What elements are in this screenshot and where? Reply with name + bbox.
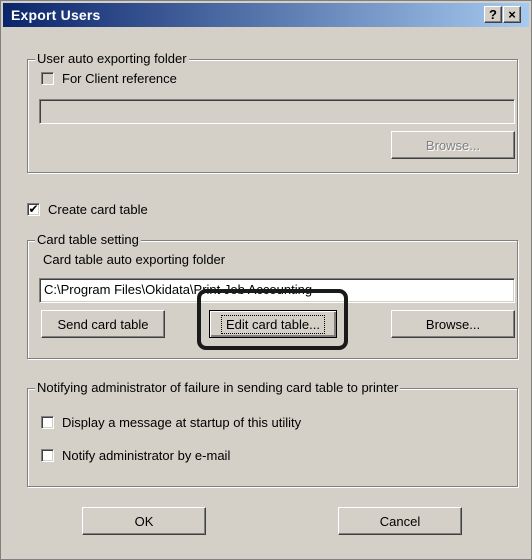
for-client-reference-label: For Client reference [62,71,177,86]
close-button[interactable]: × [503,6,521,23]
card-table-folder-field[interactable]: C:\Program Files\Okidata\Print Job Accou… [39,278,515,303]
window-title: Export Users [11,7,101,23]
cancel-button[interactable]: Cancel [338,507,462,535]
notify-admin-group: Notifying administrator of failure in se… [27,380,518,487]
card-table-browse-button[interactable]: Browse... [391,310,515,338]
create-card-table-label: Create card table [48,202,148,217]
user-auto-export-legend: User auto exporting folder [35,51,189,66]
user-export-browse-button[interactable]: Browse... [391,131,515,159]
card-table-setting-legend: Card table setting [35,232,141,247]
create-card-table-checkbox[interactable]: ✔ [27,202,40,216]
notify-email-checkbox[interactable] [41,449,54,462]
help-button[interactable]: ? [484,6,502,23]
checkmark-icon: ✔ [28,202,39,216]
notify-admin-legend: Notifying administrator of failure in se… [35,380,401,395]
create-card-table-row[interactable]: ✔ Create card table [27,202,148,217]
edit-card-table-button[interactable]: Edit card table... [209,310,337,338]
export-users-dialog: Export Users ? × User auto exporting fol… [0,0,532,560]
send-card-table-button[interactable]: Send card table [41,310,165,338]
user-export-folder-field[interactable] [39,99,515,124]
display-message-row[interactable]: Display a message at startup of this uti… [41,415,301,430]
card-table-folder-label: Card table auto exporting folder [43,252,226,267]
notify-email-row[interactable]: Notify administrator by e-mail [41,448,230,463]
edit-card-table-label: Edit card table... [221,314,325,334]
display-message-checkbox[interactable] [41,416,54,429]
display-message-label: Display a message at startup of this uti… [62,415,302,430]
for-client-reference-row[interactable]: For Client reference [41,71,177,86]
notify-email-label: Notify administrator by e-mail [62,448,231,463]
title-bar: Export Users ? × [3,3,529,27]
ok-button[interactable]: OK [82,507,206,535]
for-client-reference-checkbox[interactable] [41,72,54,85]
